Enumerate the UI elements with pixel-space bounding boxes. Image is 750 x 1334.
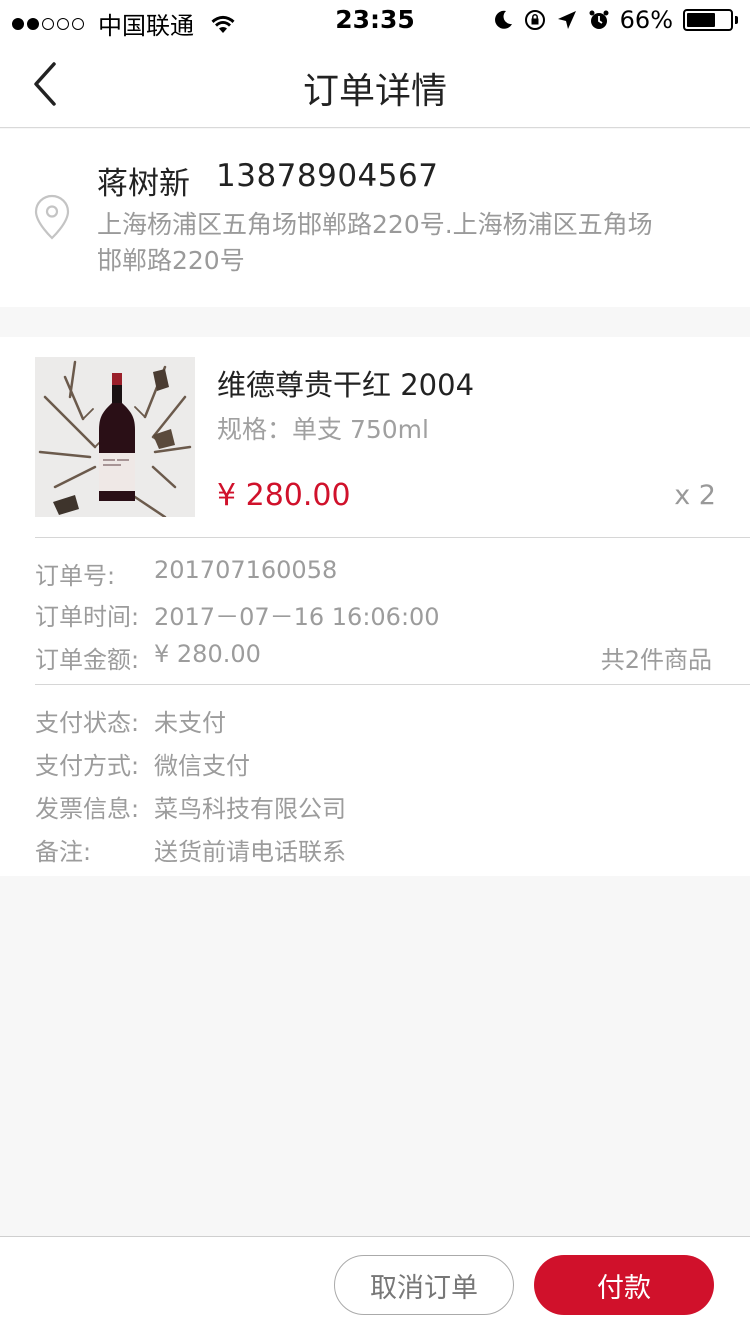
order-amount-value: ¥ 280.00 [154,640,261,668]
battery-percentage: 66% [619,6,673,34]
item-count: 共2件商品 [600,646,712,674]
recipient-name: 蒋树新 [97,166,190,202]
order-time-label: 订单时间: [35,603,140,631]
order-number-label: 订单号: [35,562,116,590]
navigation-bar: 订单详情 [0,40,750,128]
battery-icon [683,9,738,31]
order-number-value: 201707160058 [154,556,338,584]
wine-bottle-image [35,357,195,517]
recipient-phone: 13878904567 [216,158,439,194]
order-time-value: 2017－07－16 16:06:00 [154,603,440,631]
product-spec: 规格：单支 750ml [217,415,429,444]
alarm-icon [589,10,609,29]
order-detail-page: 中国联通 23:35 66% 订单详情 蒋树新 13878904567 上海杨浦… [0,0,750,1334]
product-quantity: x 2 [674,480,716,511]
status-bar: 中国联通 23:35 66% [0,0,750,40]
location-arrow-icon [557,11,576,29]
address-detail: 上海杨浦区五角场邯郸路220号.上海杨浦区五角场邯郸路220号 [97,210,653,275]
payment-status-label: 支付状态: [35,709,140,737]
note-value: 送货前请电话联系 [154,838,346,866]
invoice-label: 发票信息: [35,795,140,823]
invoice-value: 菜鸟科技有限公司 [154,795,346,823]
pay-button[interactable]: 付款 [534,1255,714,1315]
moon-icon [494,10,512,29]
product-price: ¥ 280.00 [217,478,351,513]
product-image[interactable] [35,357,195,517]
divider [35,537,750,538]
orientation-lock-icon [524,10,545,30]
payment-method-value: 微信支付 [154,752,250,780]
cancel-order-button[interactable]: 取消订单 [334,1255,514,1315]
product-name[interactable]: 维德尊贵干红 2004 [217,362,474,404]
status-bar-right: 66% [492,6,738,34]
note-label: 备注: [35,838,92,866]
payment-status-value: 未支付 [154,709,226,737]
payment-method-label: 支付方式: [35,752,140,780]
location-pin-icon [34,194,70,240]
order-amount-label: 订单金额: [35,646,140,674]
page-title: 订单详情 [302,71,447,112]
divider [35,684,750,685]
